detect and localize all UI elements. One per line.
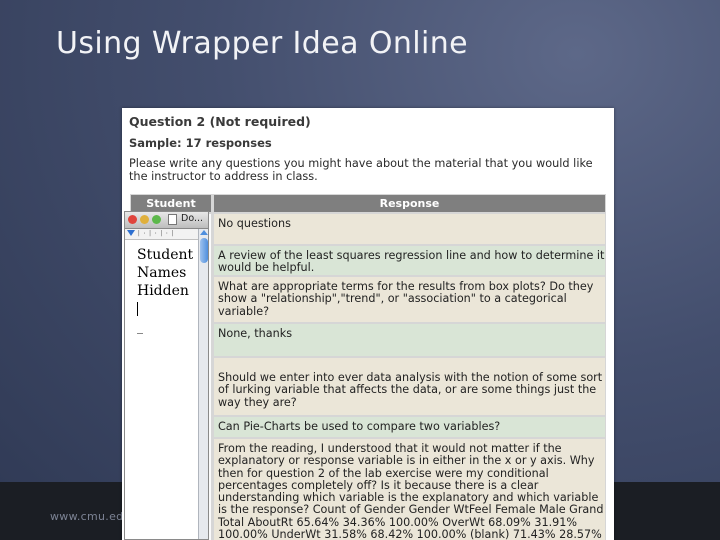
table-row: From the reading, I understood that it w… bbox=[214, 439, 605, 540]
slide-title: Using Wrapper Idea Online bbox=[56, 26, 468, 61]
question-title: Question 2 (Not required) bbox=[129, 114, 311, 129]
cursor-underscore: _ bbox=[137, 320, 143, 334]
ruler[interactable]: |·|·|·| bbox=[125, 229, 199, 240]
ruler-ticks: |·|·|·| bbox=[137, 230, 177, 237]
text-editor-window[interactable]: Do... |·|·|·| Student Names Hidden _ bbox=[124, 211, 209, 540]
vertical-scrollbar[interactable] bbox=[198, 229, 208, 539]
indent-marker-icon[interactable] bbox=[127, 230, 135, 236]
sample-count: Sample: 17 responses bbox=[129, 136, 272, 150]
question-prompt: Please write any questions you might hav… bbox=[129, 157, 593, 183]
scroll-up-arrow-icon[interactable] bbox=[200, 230, 208, 235]
table-row: Can Pie-Charts be used to compare two va… bbox=[214, 417, 605, 437]
editor-text-area[interactable]: Student Names Hidden bbox=[137, 246, 197, 300]
table-row: A review of the least squares regression… bbox=[214, 246, 605, 275]
editor-line: Names bbox=[137, 265, 187, 281]
editor-line: Hidden bbox=[137, 283, 189, 299]
scroll-thumb[interactable] bbox=[200, 238, 208, 263]
column-header-student[interactable]: Student bbox=[131, 195, 211, 212]
window-title: Do... bbox=[181, 213, 204, 224]
table-row: What are appropriate terms for the resul… bbox=[214, 277, 605, 322]
window-titlebar[interactable]: Do... bbox=[125, 212, 208, 229]
editor-line: Student bbox=[137, 247, 194, 263]
zoom-window-icon[interactable] bbox=[152, 215, 161, 224]
column-header-response[interactable]: Response bbox=[214, 195, 605, 212]
text-caret bbox=[137, 302, 138, 316]
table-row: None, thanks bbox=[214, 324, 605, 356]
close-window-icon[interactable] bbox=[128, 215, 137, 224]
table-row: No questions bbox=[214, 214, 605, 244]
table-row: Should we enter into ever data analysis … bbox=[214, 358, 605, 415]
minimize-window-icon[interactable] bbox=[140, 215, 149, 224]
document-icon bbox=[168, 214, 177, 225]
